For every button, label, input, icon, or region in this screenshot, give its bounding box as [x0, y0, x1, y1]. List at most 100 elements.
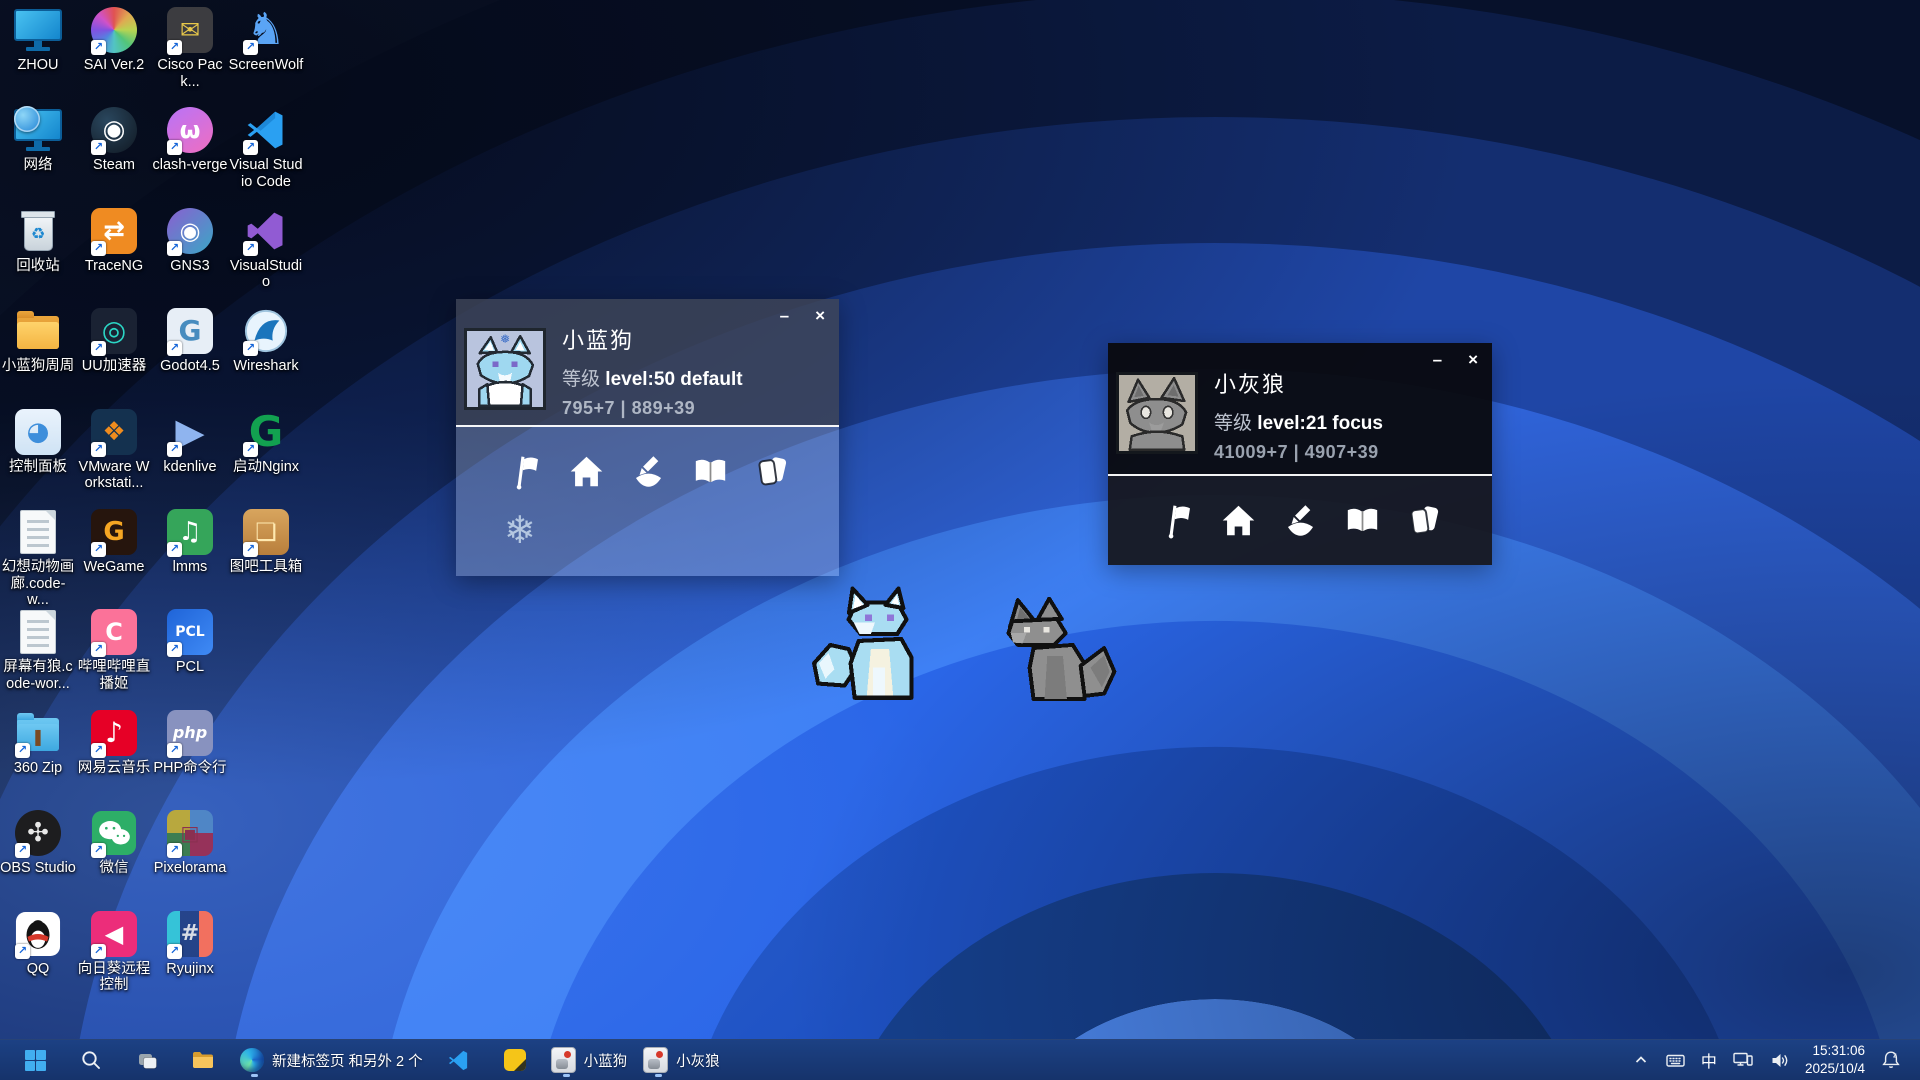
- book-button[interactable]: [692, 453, 729, 490]
- grey-wolf-sprite[interactable]: [1000, 597, 1122, 703]
- desktop-icon-tuba-toolbox[interactable]: ❏↗图吧工具箱: [228, 508, 304, 576]
- minimize-button[interactable]: –: [780, 305, 789, 327]
- desktop-icon-uu-booster[interactable]: ◎↗UU加速器: [76, 307, 152, 375]
- desktop-icon-nginx[interactable]: G↗启动Nginx: [228, 408, 304, 476]
- desktop-icon-vscode[interactable]: ↗Visual Studio Code: [228, 106, 304, 190]
- desktop-icon-360zip[interactable]: ❚↗360 Zip: [0, 709, 76, 777]
- desktop-icon-screenwolf[interactable]: ♞↗ScreenWolf: [228, 6, 304, 74]
- shortcut-arrow-badge: ↗: [167, 140, 182, 155]
- taskbar-edge-button[interactable]: 新建标签页 和另外 2 个: [232, 1042, 430, 1078]
- desktop-icon-label: 网络: [0, 157, 76, 174]
- desktop-icon-pcl[interactable]: PCL↗PCL: [152, 608, 228, 676]
- desktop-icon-godot[interactable]: G↗Godot4.5: [152, 307, 228, 375]
- clock[interactable]: 15:31:06 2025/10/4: [1799, 1042, 1871, 1078]
- svg-text:z: z: [1893, 1051, 1897, 1060]
- desktop-icon-lmms[interactable]: ♫↗lmms: [152, 508, 228, 576]
- desktop-icon-vmware[interactable]: ❖↗VMware Workstati...: [76, 408, 152, 492]
- blue-dog-sprite[interactable]: [810, 586, 952, 704]
- desktop-icon-kdenlive[interactable]: ▶↗kdenlive: [152, 408, 228, 476]
- desktop-icon-sunflower-remote[interactable]: ◀↗向日葵远程控制: [76, 910, 152, 994]
- notification-bell-dnd-icon[interactable]: z: [1874, 1043, 1908, 1077]
- desktop-icon-network[interactable]: 网络: [0, 106, 76, 174]
- taskbar-button-label: 小蓝狗: [584, 1050, 628, 1071]
- desktop-icon-label: 启动Nginx: [228, 459, 304, 476]
- desktop-icon-netease-music[interactable]: ♪↗网易云音乐: [76, 709, 152, 777]
- note-icon: [502, 1048, 527, 1073]
- java-icon: [643, 1048, 668, 1073]
- desktop-icon-wegame[interactable]: G↗WeGame: [76, 508, 152, 576]
- pet-name: 小蓝狗: [562, 323, 769, 355]
- desktop-icon-wechat[interactable]: ↗微信: [76, 809, 152, 877]
- desktop-icon-ryujinx[interactable]: #↗Ryujinx: [152, 910, 228, 978]
- home-button[interactable]: [568, 453, 605, 490]
- level-value: level:21 focus: [1257, 413, 1383, 434]
- desktop-icon-wireshark[interactable]: ↗Wireshark: [228, 307, 304, 375]
- desktop-icon-pixelorama[interactable]: ▣↗Pixelorama: [152, 809, 228, 877]
- cards-button[interactable]: [754, 453, 791, 490]
- taskbar-search-button[interactable]: [64, 1042, 118, 1078]
- desktop-icon-label: PCL: [152, 659, 228, 676]
- taskbar-button-label: 新建标签页 和另外 2 个: [272, 1050, 423, 1071]
- desktop-icon-clash-verge[interactable]: ω↗clash-verge: [152, 106, 228, 174]
- cast-display-icon[interactable]: [1726, 1043, 1760, 1077]
- taskbar-file-explorer-button[interactable]: [176, 1042, 230, 1078]
- desktop-icon-label: VisualStudio: [228, 258, 304, 291]
- desktop-icon-label: UU加速器: [76, 358, 152, 375]
- home-button[interactable]: [1220, 502, 1257, 539]
- taskbar-pet-grey-wolf-button[interactable]: 小灰狼: [636, 1042, 727, 1078]
- desktop-icon-sai[interactable]: ↗SAI Ver.2: [76, 6, 152, 74]
- shortcut-arrow-badge: ↗: [91, 341, 106, 356]
- level-label: 等级: [1214, 413, 1252, 434]
- flag-button[interactable]: [506, 453, 543, 490]
- desktop-icon-visualstudio[interactable]: ↗ VisualStudio: [228, 207, 304, 291]
- taskbar-start-button[interactable]: [8, 1042, 62, 1078]
- desktop-icon-bili-live[interactable]: C↗哔哩哔哩直播姬: [76, 608, 152, 692]
- write-button[interactable]: [1282, 502, 1319, 539]
- desktop-icon-label: QQ: [0, 961, 76, 978]
- pet-name: 小灰狼: [1214, 367, 1422, 399]
- taskbar-pet-blue-dog-button[interactable]: 小蓝狗: [544, 1042, 635, 1078]
- shortcut-arrow-badge: ↗: [167, 40, 182, 55]
- desktop-icon-label: Pixelorama: [152, 860, 228, 877]
- snowflake-icon: ❄: [504, 511, 536, 549]
- desktop-icon-label: 哔哩哔哩直播姬: [76, 659, 152, 692]
- touch-keyboard-icon[interactable]: [1659, 1043, 1692, 1077]
- desktop-icon-doc-wolf[interactable]: 屏幕有狼.code-wor...: [0, 608, 76, 692]
- minimize-button[interactable]: –: [1433, 349, 1442, 371]
- desktop-icon-doc-gallery[interactable]: 幻想动物画廊.code-w...: [0, 508, 76, 609]
- close-button[interactable]: ×: [815, 305, 825, 327]
- shortcut-arrow-badge: ↗: [243, 542, 258, 557]
- taskbar-task-view-button[interactable]: [120, 1042, 174, 1078]
- desktop-icon-label: 屏幕有狼.code-wor...: [0, 659, 76, 692]
- desktop-icon-obs-studio[interactable]: ✣↗OBS Studio: [0, 809, 76, 877]
- close-button[interactable]: ×: [1468, 349, 1478, 371]
- desktop-icon-label: Visual Studio Code: [228, 157, 304, 190]
- desktop-icon-gns3[interactable]: ◉↗GNS3: [152, 207, 228, 275]
- shortcut-arrow-badge: ↗: [15, 843, 30, 858]
- volume-icon[interactable]: [1763, 1043, 1796, 1077]
- shortcut-arrow-badge: ↗: [167, 944, 182, 959]
- taskbar-button-label: 小灰狼: [676, 1050, 720, 1071]
- pet-widget-header: ❅: [456, 299, 839, 425]
- desktop-icon-php-cli[interactable]: php↗PHP命令行: [152, 709, 228, 777]
- desktop-icon-recycle-bin[interactable]: ♻回收站: [0, 207, 76, 275]
- pet-widget-header: 小灰狼 等级 level:21 focus 41009+7 | 4907+39 …: [1108, 343, 1492, 474]
- book-button[interactable]: [1344, 502, 1381, 539]
- desktop-icon-qq[interactable]: ↗QQ: [0, 910, 76, 978]
- ime-indicator[interactable]: 中: [1695, 1043, 1723, 1077]
- desktop-icon-zhou[interactable]: ZHOU: [0, 6, 76, 74]
- desktop-icon-steam[interactable]: ◉↗Steam: [76, 106, 152, 174]
- desktop-icon-folder-blue-dog[interactable]: 小蓝狗周周: [0, 307, 76, 375]
- desktop-icon-traceng[interactable]: ⇄↗TraceNG: [76, 207, 152, 275]
- shortcut-arrow-badge: ↗: [167, 843, 182, 858]
- taskbar-vscode-button[interactable]: [432, 1042, 486, 1078]
- desktop-icon-control-panel[interactable]: ◕控制面板: [0, 408, 76, 476]
- cards-button[interactable]: [1406, 502, 1443, 539]
- desktop-icon-label: ScreenWolf: [228, 57, 304, 74]
- flag-button[interactable]: [1158, 502, 1195, 539]
- taskbar-notes-button[interactable]: [488, 1042, 542, 1078]
- write-button[interactable]: [630, 453, 667, 490]
- shortcut-arrow-badge: ↗: [243, 241, 258, 256]
- desktop-icon-cisco-packet-tracer[interactable]: ✉↗Cisco Pack...: [152, 6, 228, 90]
- tray-chevron-up-icon[interactable]: [1626, 1043, 1656, 1077]
